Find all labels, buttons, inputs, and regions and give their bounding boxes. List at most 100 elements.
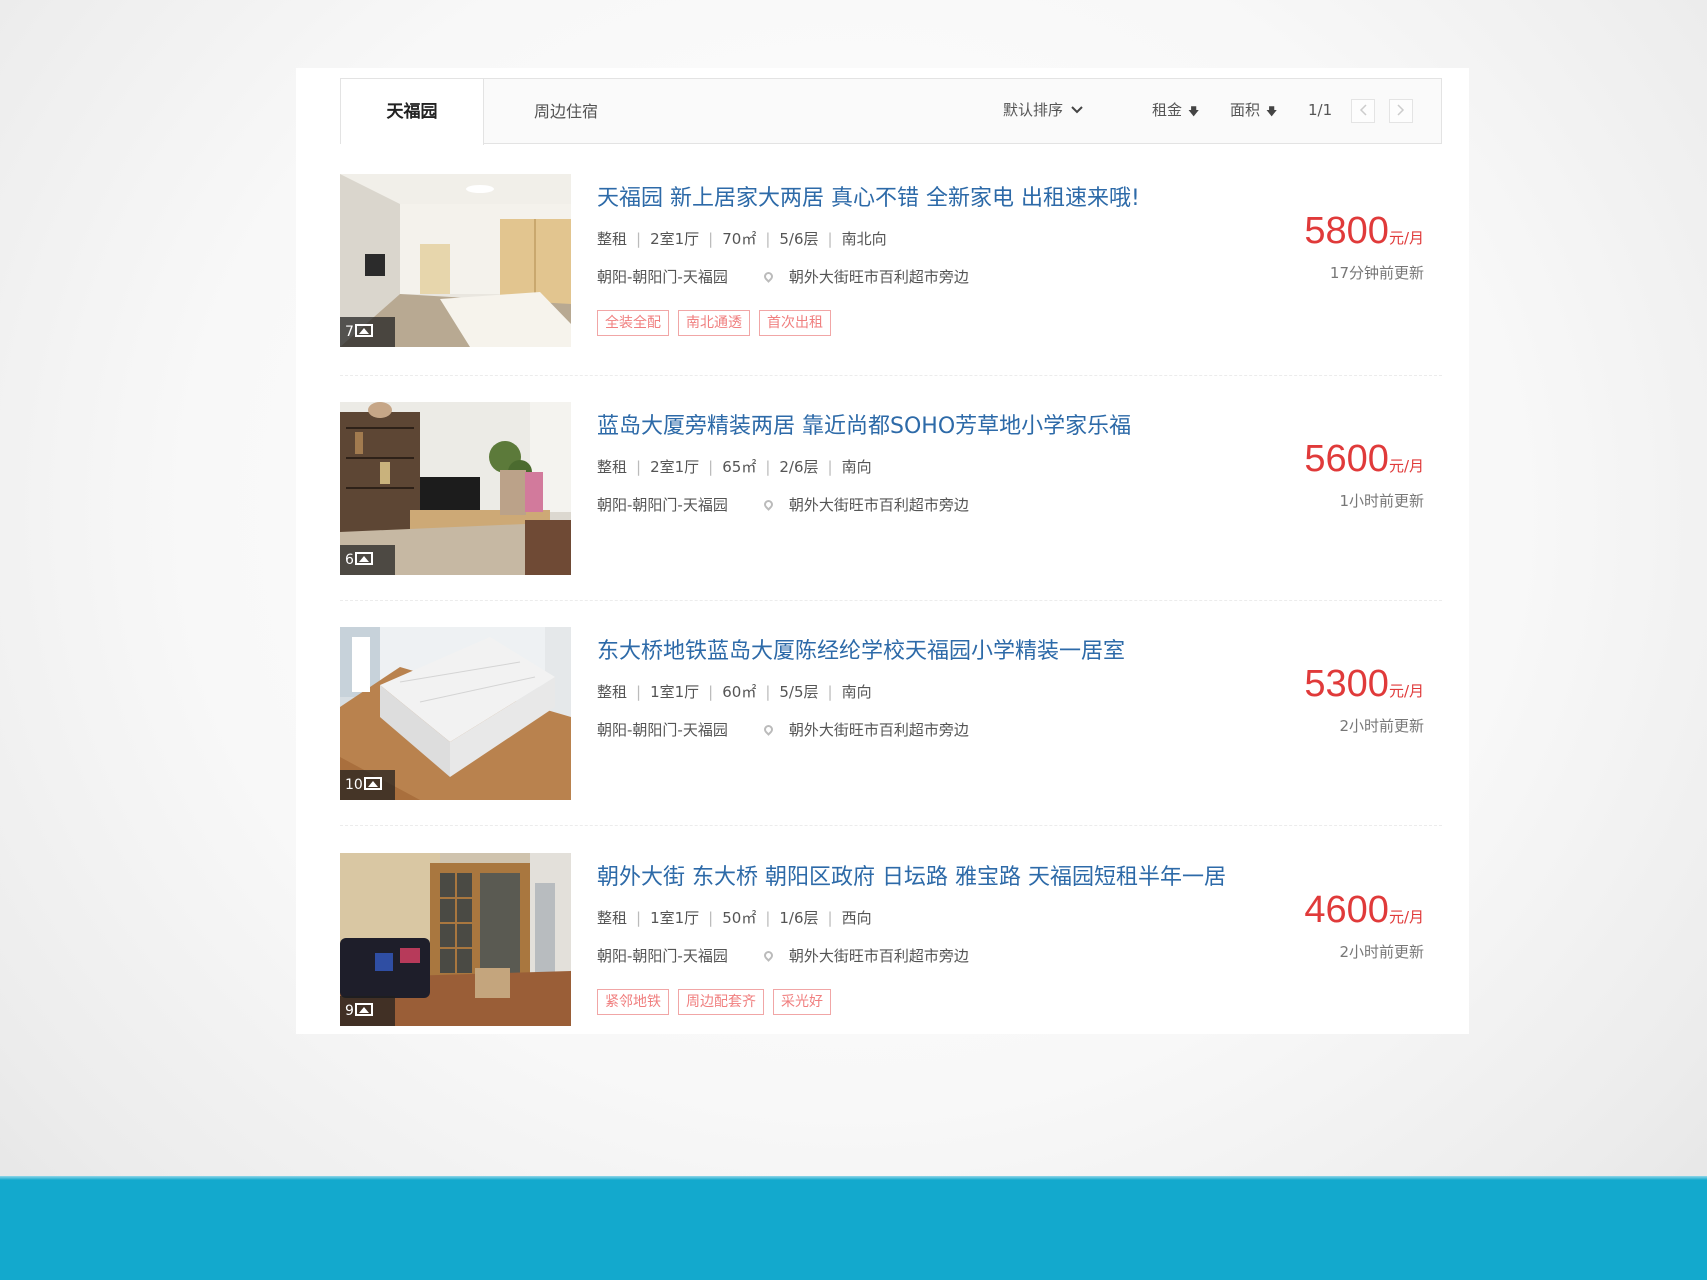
location-pin-icon	[761, 949, 775, 962]
separator: |	[765, 909, 771, 927]
location-pin-icon	[761, 270, 775, 283]
listing-thumbnail[interactable]: 10	[340, 627, 571, 800]
price-unit: 元/月	[1388, 682, 1424, 700]
location-pin-icon	[761, 723, 775, 736]
listing-thumbnail[interactable]: 6	[340, 402, 571, 575]
price-unit: 元/月	[1388, 908, 1424, 926]
listing-thumbnail[interactable]: 7	[340, 174, 571, 347]
tab-community[interactable]: 天福园	[341, 79, 484, 145]
address: 朝外大街旺市百利超市旁边	[788, 268, 969, 286]
listing-title[interactable]: 天福园 新上居家大两居 真心不错 全新家电 出租速来哦!	[597, 180, 1140, 212]
chevron-right-icon	[1397, 104, 1405, 116]
page-indicator: 1/1	[1308, 101, 1333, 119]
rent-type: 整租	[597, 230, 628, 248]
floor-level: 1/6层	[779, 909, 819, 927]
listing-info: 整租 | 2室1厅 | 65㎡ | 2/6层 | 南向	[597, 456, 872, 477]
sort-area-label: 面积	[1230, 101, 1261, 119]
feature-tag: 紧邻地铁	[597, 989, 669, 1015]
price-unit: 元/月	[1388, 457, 1424, 475]
listing-info: 整租 | 1室1厅 | 50㎡ | 1/6层 | 西向	[597, 907, 872, 928]
image-icon	[354, 1003, 373, 1016]
sort-rent-label: 租金	[1152, 101, 1183, 119]
listing-price: 5300元/月	[1304, 663, 1424, 706]
updated-time: 2小时前更新	[1339, 717, 1424, 735]
room-layout: 1室1厅	[650, 909, 700, 927]
separator: |	[636, 683, 642, 701]
listing-location: 朝阳-朝阳门-天福园 朝外大街旺市百利超市旁边	[597, 945, 969, 966]
separator: |	[827, 683, 833, 701]
listing-title[interactable]: 朝外大街 东大桥 朝阳区政府 日坛路 雅宝路 天福园短租半年一居	[597, 859, 1226, 891]
image-icon	[354, 324, 373, 337]
price-value: 5800	[1304, 210, 1389, 252]
price-value: 5300	[1304, 663, 1389, 705]
updated-time: 17分钟前更新	[1329, 264, 1424, 282]
rent-type: 整租	[597, 909, 628, 927]
listing-price: 4600元/月	[1304, 889, 1424, 932]
orientation: 南向	[841, 683, 872, 701]
listing-info: 整租 | 1室1厅 | 60㎡ | 5/5层 | 南向	[597, 681, 872, 702]
listing-panel: 天福园 周边住宿 默认排序 租金 🡇 面积 🡇 1/1 7 天福园 新上居家大两…	[296, 68, 1469, 1034]
feature-tag: 采光好	[773, 989, 831, 1015]
sort-area-button[interactable]: 面积 🡇	[1230, 79, 1277, 141]
filter-toolbar: 天福园 周边住宿 默认排序 租金 🡇 面积 🡇 1/1	[340, 78, 1442, 145]
updated-time: 1小时前更新	[1339, 492, 1424, 510]
listing-divider	[340, 375, 1442, 376]
area-size: 70㎡	[722, 230, 757, 248]
updated-time: 2小时前更新	[1339, 943, 1424, 961]
orientation: 南北向	[841, 230, 887, 248]
separator: |	[708, 909, 714, 927]
listing-thumbnail[interactable]: 9	[340, 853, 571, 1026]
arrow-down-icon: 🡇	[1188, 105, 1200, 118]
district[interactable]: 朝阳-朝阳门-天福园	[597, 268, 728, 286]
separator: |	[708, 683, 714, 701]
orientation: 南向	[841, 458, 872, 476]
separator: |	[708, 458, 714, 476]
price-value: 4600	[1304, 889, 1389, 931]
price-unit: 元/月	[1388, 229, 1424, 247]
footer-band	[0, 1176, 1707, 1280]
location-pin-icon	[761, 498, 775, 511]
district[interactable]: 朝阳-朝阳门-天福园	[597, 721, 728, 739]
photo-count-value: 7	[345, 324, 354, 340]
listing-title[interactable]: 蓝岛大厦旁精装两居 靠近尚都SOHO芳草地小学家乐福	[597, 408, 1131, 440]
area-size: 50㎡	[722, 909, 757, 927]
chevron-left-icon	[1359, 104, 1367, 116]
floor-level: 5/6层	[779, 230, 819, 248]
separator: |	[765, 230, 771, 248]
area-size: 60㎡	[722, 683, 757, 701]
rent-type: 整租	[597, 683, 628, 701]
separator: |	[827, 909, 833, 927]
next-page-button[interactable]	[1389, 99, 1413, 123]
image-icon	[363, 777, 382, 790]
district[interactable]: 朝阳-朝阳门-天福园	[597, 496, 728, 514]
listing-item[interactable]: 9 朝外大街 东大桥 朝阳区政府 日坛路 雅宝路 天福园短租半年一居 整租 | 1室…	[340, 853, 1442, 1026]
image-icon	[354, 552, 373, 565]
listing-item[interactable]: 7 天福园 新上居家大两居 真心不错 全新家电 出租速来哦! 整租 | 2室1厅 | 7…	[340, 174, 1442, 347]
footer-band-highlight	[0, 1176, 1707, 1180]
separator: |	[636, 230, 642, 248]
orientation: 西向	[841, 909, 872, 927]
photo-count-badge: 6	[340, 545, 395, 575]
feature-tags: 紧邻地铁 周边配套齐 采光好	[597, 989, 840, 1015]
listing-item[interactable]: 10 东大桥地铁蓝岛大厦陈经纶学校天福园小学精装一居室 整租 | 1室1厅 | 60㎡ |…	[340, 627, 1442, 800]
photo-count-value: 10	[345, 777, 363, 793]
tab-nearby-lodging[interactable]: 周边住宿	[534, 79, 598, 145]
listing-divider	[340, 600, 1442, 601]
address: 朝外大街旺市百利超市旁边	[788, 721, 969, 739]
listing-item[interactable]: 6 蓝岛大厦旁精装两居 靠近尚都SOHO芳草地小学家乐福 整租 | 2室1厅 | 65㎡…	[340, 402, 1442, 575]
prev-page-button[interactable]	[1351, 99, 1375, 123]
sort-default-label: 默认排序	[1003, 101, 1064, 119]
sort-rent-button[interactable]: 租金 🡇	[1152, 79, 1199, 141]
district[interactable]: 朝阳-朝阳门-天福园	[597, 947, 728, 965]
address: 朝外大街旺市百利超市旁边	[788, 496, 969, 514]
listing-location: 朝阳-朝阳门-天福园 朝外大街旺市百利超市旁边	[597, 266, 969, 287]
sort-default-dropdown[interactable]: 默认排序	[1003, 79, 1083, 141]
address: 朝外大街旺市百利超市旁边	[788, 947, 969, 965]
listing-title[interactable]: 东大桥地铁蓝岛大厦陈经纶学校天福园小学精装一居室	[597, 633, 1125, 665]
separator: |	[636, 909, 642, 927]
arrow-down-icon: 🡇	[1266, 105, 1278, 118]
photo-count-value: 9	[345, 1003, 354, 1019]
listing-price: 5800元/月	[1304, 210, 1424, 253]
floor-level: 2/6层	[779, 458, 819, 476]
feature-tag: 全装全配	[597, 310, 669, 336]
